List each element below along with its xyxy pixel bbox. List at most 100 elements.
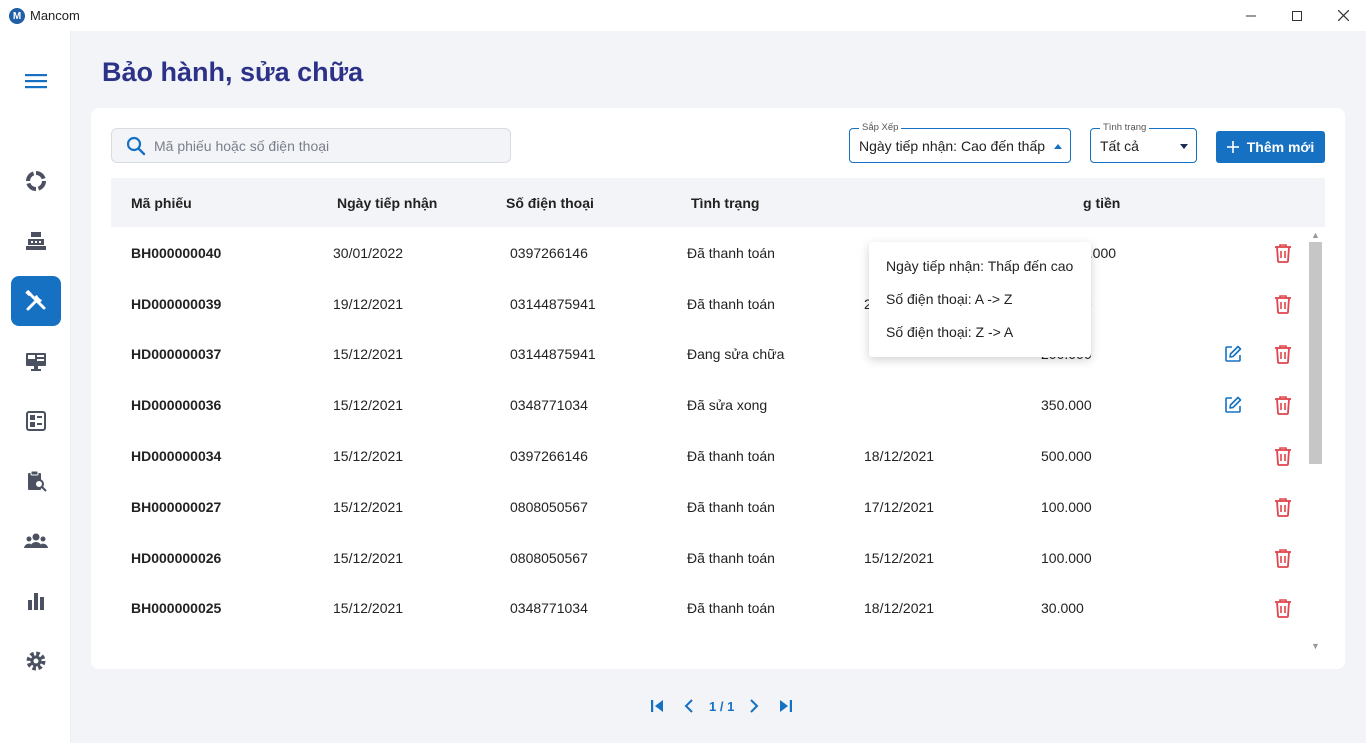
cell-total: 30.000 <box>1041 600 1084 616</box>
app-title: Mancom <box>30 8 80 23</box>
close-button[interactable] <box>1320 0 1366 31</box>
cell-received-date: 15/12/2021 <box>333 448 404 464</box>
sidebar-item-devices[interactable] <box>11 336 61 386</box>
page-indicator: 1 / 1 <box>709 698 735 714</box>
hamburger-icon <box>25 74 47 89</box>
sidebar-item-customers[interactable] <box>11 516 61 566</box>
header-phone[interactable]: Số điện thoại <box>506 195 594 211</box>
cell-received-date: 19/12/2021 <box>333 296 404 312</box>
dashboard-icon <box>26 171 46 191</box>
caret-down-icon <box>1180 144 1188 149</box>
header-received-date[interactable]: Ngày tiếp nhận <box>337 195 437 211</box>
maximize-button[interactable] <box>1274 0 1320 31</box>
cell-received-date: 15/12/2021 <box>333 397 404 413</box>
next-page-button[interactable] <box>744 696 764 716</box>
sort-option[interactable]: Số điện thoại: A -> Z <box>886 291 1012 307</box>
sort-option[interactable]: Ngày tiếp nhận: Thấp đến cao <box>886 258 1073 274</box>
sort-value: Ngày tiếp nhận: Cao đến thấp <box>859 138 1046 154</box>
trash-icon <box>1275 244 1291 263</box>
cell-returned-date: 18/12/2021 <box>864 600 935 616</box>
minimize-button[interactable] <box>1228 0 1274 31</box>
scroll-down-icon[interactable]: ▼ <box>1308 639 1323 653</box>
cell-code: BH000000027 <box>131 499 222 515</box>
last-page-icon <box>780 700 793 712</box>
cell-phone: 03144875941 <box>510 296 596 312</box>
sort-label: Sắp Xếp <box>859 122 902 133</box>
cell-code: BH000000040 <box>131 245 222 261</box>
cell-received-date: 15/12/2021 <box>333 550 404 566</box>
users-icon <box>24 533 48 548</box>
vertical-scrollbar[interactable]: ▲ ▼ <box>1307 228 1324 653</box>
table-row[interactable]: HD000000039 19/12/2021 03144875941 Đã thanh… <box>111 279 1291 330</box>
chevron-left-icon <box>684 699 693 713</box>
cell-phone: 03144875941 <box>510 346 596 362</box>
delete-button[interactable] <box>1272 547 1294 569</box>
search-box[interactable] <box>111 128 511 163</box>
scroll-up-icon[interactable]: ▲ <box>1308 228 1323 242</box>
table-row[interactable]: HD000000034 15/12/2021 0397266146 Đã thanh … <box>111 431 1291 482</box>
close-icon <box>1337 10 1349 21</box>
add-new-button[interactable]: Thêm mới <box>1216 131 1325 163</box>
delete-button[interactable] <box>1272 343 1294 365</box>
first-page-icon <box>651 700 663 712</box>
minimize-icon <box>1246 15 1256 16</box>
sidebar-item-sales[interactable] <box>11 216 61 266</box>
prev-page-button[interactable] <box>679 696 699 716</box>
cell-status: Đã sửa xong <box>687 397 768 413</box>
table-row[interactable]: BH000000040 30/01/2022 0397266146 Đã thanh … <box>111 228 1291 279</box>
cell-status: Đã thanh toán <box>687 245 775 261</box>
table-row[interactable]: BH000000027 15/12/2021 0808050567 Đã thanh … <box>111 482 1291 533</box>
cell-received-date: 15/12/2021 <box>333 600 404 616</box>
warranty-list-card: Sắp Xếp Ngày tiếp nhận: Cao đến thấp Tìn… <box>91 108 1345 669</box>
delete-button[interactable] <box>1272 445 1294 467</box>
delete-button[interactable] <box>1272 597 1294 619</box>
sort-select[interactable]: Sắp Xếp Ngày tiếp nhận: Cao đến thấp <box>849 122 1071 163</box>
table-header: Mã phiếu Ngày tiếp nhận Số điện thoại Tì… <box>111 178 1325 227</box>
maximize-icon <box>1292 10 1302 21</box>
trash-icon <box>1275 295 1291 314</box>
sidebar-item-inspection[interactable] <box>11 456 61 506</box>
edit-icon <box>1225 345 1242 362</box>
cell-received-date: 15/12/2021 <box>333 346 404 362</box>
table-row[interactable]: BH000000025 15/12/2021 0348771034 Đã thanh … <box>111 583 1291 634</box>
sidebar-item-settings[interactable] <box>11 636 61 686</box>
grid-list-icon <box>26 411 46 431</box>
cell-status: Đã thanh toán <box>687 600 775 616</box>
settings-icon <box>26 651 46 671</box>
last-page-button[interactable] <box>776 696 796 716</box>
cell-total: 100.000 <box>1041 499 1092 515</box>
scrollbar-thumb[interactable] <box>1309 242 1322 464</box>
cell-received-date: 15/12/2021 <box>333 499 404 515</box>
cell-code: HD000000026 <box>131 550 222 566</box>
sidebar-item-catalog[interactable] <box>11 396 61 446</box>
add-new-label: Thêm mới <box>1246 139 1315 155</box>
delete-button[interactable] <box>1272 242 1294 264</box>
table-row[interactable]: HD000000036 15/12/2021 0348771034 Đã sửa xo… <box>111 380 1291 431</box>
delete-button[interactable] <box>1272 293 1294 315</box>
first-page-button[interactable] <box>647 696 667 716</box>
header-total[interactable]: g tiền <box>1083 195 1120 211</box>
cash-register-icon <box>26 232 46 250</box>
header-status[interactable]: Tình trạng <box>691 195 759 211</box>
cell-status: Đã thanh toán <box>687 499 775 515</box>
status-filter-select[interactable]: Tình trạng Tất cả <box>1090 122 1197 163</box>
cell-returned-date: 17/12/2021 <box>864 499 935 515</box>
page-title: Bảo hành, sửa chữa <box>102 57 364 87</box>
sidebar-item-dashboard[interactable] <box>11 156 61 206</box>
table-row[interactable]: HD000000037 15/12/2021 03144875941 Đang sửa… <box>111 329 1291 380</box>
delete-button[interactable] <box>1272 394 1294 416</box>
sort-option[interactable]: Số điện thoại: Z -> A <box>886 324 1013 340</box>
cell-received-date: 30/01/2022 <box>333 245 404 261</box>
delete-button[interactable] <box>1272 496 1294 518</box>
search-input[interactable] <box>154 137 494 154</box>
sidebar-item-reports[interactable] <box>11 576 61 626</box>
menu-toggle-button[interactable] <box>11 56 61 106</box>
sidebar-item-warranty[interactable] <box>11 276 61 326</box>
header-code[interactable]: Mã phiếu <box>131 195 192 211</box>
edit-button[interactable] <box>1222 343 1244 365</box>
table-row[interactable]: HD000000026 15/12/2021 0808050567 Đã thanh … <box>111 533 1291 584</box>
trash-icon <box>1275 599 1291 618</box>
cell-phone: 0348771034 <box>510 600 588 616</box>
edit-button[interactable] <box>1222 394 1244 416</box>
tools-icon <box>25 289 46 311</box>
